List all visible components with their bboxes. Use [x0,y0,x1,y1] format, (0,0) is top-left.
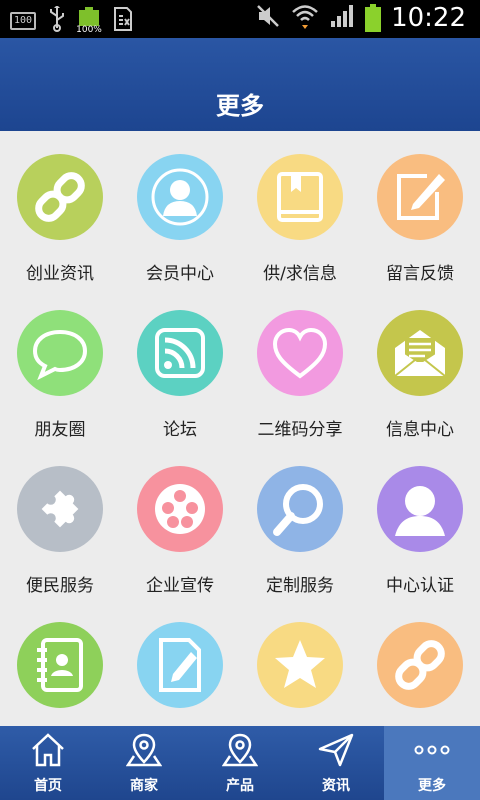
grid-icon-circle [17,310,103,396]
grid-icon-circle [17,622,103,708]
page-title: 更多 [216,92,264,120]
nav-label: 资讯 [322,778,350,794]
signal-icon [329,3,355,33]
grid-icon-circle [137,466,223,552]
wifi-icon [291,3,319,33]
grid-icon-circle [377,310,463,396]
book-icon [277,172,323,222]
grid-item-moments[interactable]: 朋友圈 [0,287,120,443]
puzzle-icon [41,490,79,528]
grid-icon-circle [257,154,343,240]
nav-item-products[interactable]: 产品 [192,726,288,800]
feature-grid: 创业资讯 会员中心 供/求信息 留言反馈 朋友圈 论坛 二维码分享 信息中心 便… [0,131,480,726]
edit-note-icon [397,174,445,220]
nav-item-merchants[interactable]: 商家 [96,726,192,800]
battery-icon [365,4,382,32]
grid-icon-circle [257,466,343,552]
grid-item-label: 留言反馈 [386,264,454,284]
grid-item-label: 会员中心 [146,264,214,284]
grid-item-member-center[interactable]: 会员中心 [120,131,240,287]
grid-item-favorites[interactable] [240,599,360,726]
grid-item-center-certification[interactable]: 中心认证 [360,443,480,599]
grid-item-label: 朋友圈 [34,420,86,440]
chat-bubble-icon [32,329,88,381]
grid-item-qr-share[interactable]: 二维码分享 [240,287,360,443]
status-left-icons: 100 100% [10,5,134,36]
badge-icon: 100 [10,12,36,30]
usb-icon [48,5,66,36]
grid-item-label: 企业宣传 [146,576,214,596]
grid-item-forum[interactable]: 论坛 [120,287,240,443]
grid-icon-circle [377,466,463,552]
header: 更多 [0,38,480,131]
rss-icon [155,328,205,378]
grid-item-startup-news[interactable]: 创业资讯 [0,131,120,287]
grid-icon-circle [137,622,223,708]
mail-icon [394,330,446,377]
nav-item-home[interactable]: 首页 [0,726,96,800]
grid-item-label: 创业资讯 [26,264,94,284]
grid-item-links[interactable] [360,599,480,726]
contacts-icon [37,638,83,692]
chain-link-icon [35,172,85,222]
grid-item-enterprise-promo[interactable]: 企业宣传 [120,443,240,599]
document-edit-icon [159,638,201,692]
mute-icon [255,3,281,33]
bottom-nav: 首页 商家 产品 资讯 更多 [0,726,480,800]
grid-item-supply-demand[interactable]: 供/求信息 [240,131,360,287]
status-right-icons: 10:22 [255,3,466,33]
battery-full-icon: 100% [76,7,102,35]
sd-card-icon [112,6,134,36]
send-icon [318,733,354,767]
grid-icon-circle [257,310,343,396]
star-icon [275,640,325,688]
grid-item-public-service[interactable]: 便民服务 [0,443,120,599]
grid-icon-circle [17,154,103,240]
map-pin-icon [222,733,258,767]
member-avatar-icon [151,168,209,226]
nav-label: 首页 [34,778,62,794]
grid-icon-circle [377,154,463,240]
grid-icon-circle [137,310,223,396]
grid-item-label: 二维码分享 [257,420,343,440]
grid-icon-circle [257,622,343,708]
grid-item-label: 信息中心 [386,420,454,440]
grid-item-custom-service[interactable]: 定制服务 [240,443,360,599]
grid-icon-circle [377,622,463,708]
chain-link-icon [395,640,445,690]
heart-icon [272,327,328,379]
home-icon [32,733,64,767]
grid-item-feedback[interactable]: 留言反馈 [360,131,480,287]
search-icon [273,484,323,536]
nav-label: 商家 [130,778,158,794]
nav-label: 更多 [418,778,446,794]
battery-percent: 100% [76,25,102,35]
grid-icon-circle [137,154,223,240]
status-bar: 100 100% 10:22 [0,0,480,38]
nav-label: 产品 [226,778,254,794]
grid-item-label: 定制服务 [266,576,334,596]
grid-item-label: 中心认证 [386,576,454,596]
clock: 10:22 [391,3,466,33]
film-reel-icon [155,484,205,534]
more-dots-icon [414,745,450,755]
user-icon [395,486,445,536]
nav-item-more[interactable]: 更多 [384,726,480,800]
grid-icon-circle [17,466,103,552]
grid-item-info-center[interactable]: 信息中心 [360,287,480,443]
grid-item-label: 供/求信息 [263,264,337,284]
nav-item-news[interactable]: 资讯 [288,726,384,800]
grid-item-contacts[interactable] [0,599,120,726]
grid-item-label: 论坛 [163,420,197,440]
map-pin-icon [126,733,162,767]
grid-item-document[interactable] [120,599,240,726]
grid-item-label: 便民服务 [26,576,94,596]
